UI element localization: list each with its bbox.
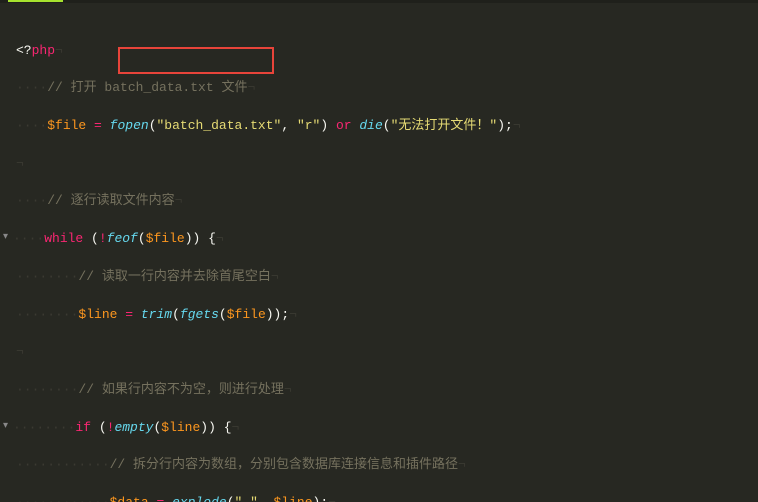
code-line: <?php¬ [16,42,758,61]
code-line: ▾········if (!empty($line)) {¬ [16,419,758,438]
code-line: ········// 如果行内容不为空，则进行处理¬ [16,381,758,400]
fold-icon[interactable]: ▾ [3,420,13,435]
code-line: ¬ [16,343,758,362]
code-line: ¬ [16,155,758,174]
code-line: ▾····while (!feof($file)) {¬ [16,230,758,249]
code-line: ····$file = fopen("batch_data.txt", "r")… [16,117,758,136]
code-line: ····// 打开 batch_data.txt 文件¬ [16,79,758,98]
code-line: ········$line = trim(fgets($file));¬ [16,306,758,325]
code-line: ············$data = explode(",", $line);… [16,494,758,502]
code-editor[interactable]: <?php¬ ····// 打开 batch_data.txt 文件¬ ····… [0,0,758,502]
code-line: ············// 拆分行内容为数组，分别包含数据库连接信息和插件路径… [16,456,758,475]
fold-icon[interactable]: ▾ [3,231,13,246]
code-line: ····// 逐行读取文件内容¬ [16,192,758,211]
code-line: ········// 读取一行内容并去除首尾空白¬ [16,268,758,287]
